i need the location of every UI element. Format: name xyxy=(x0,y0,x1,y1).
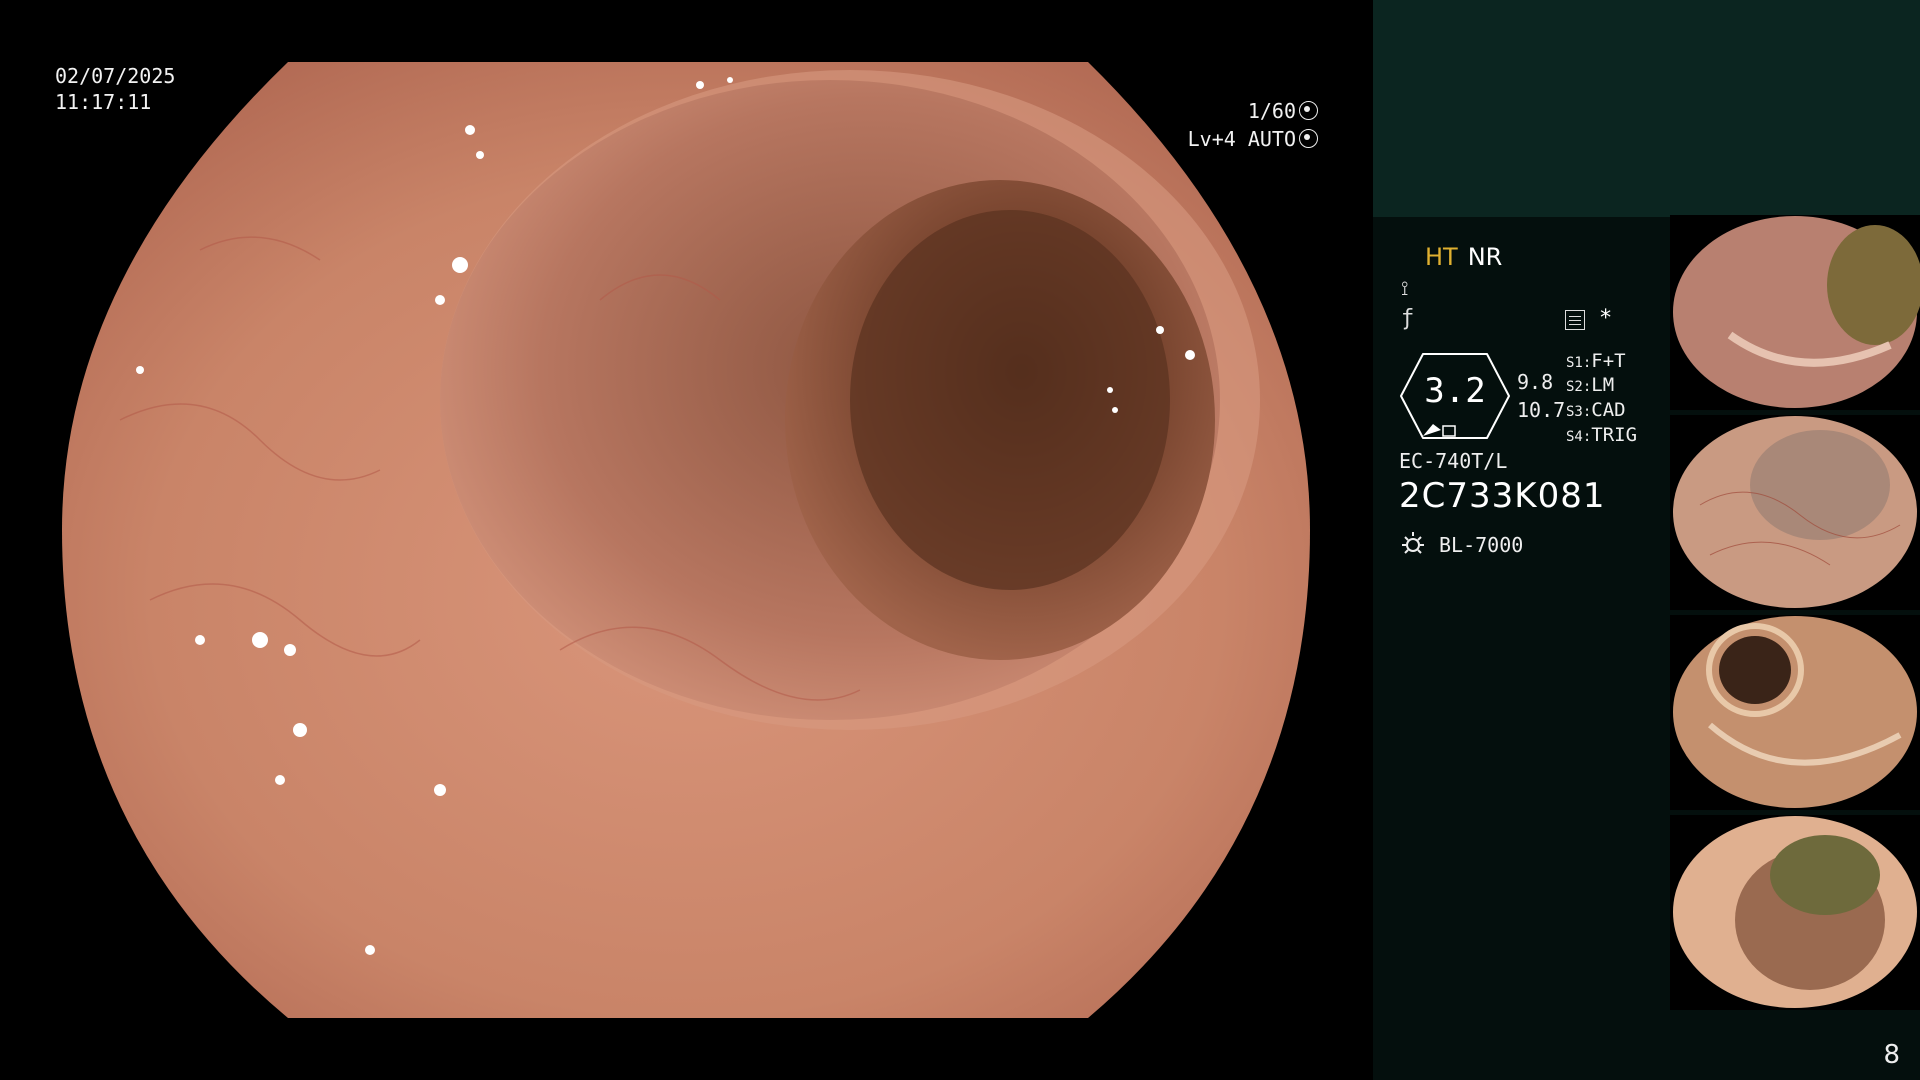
zoom-value: 3.2 xyxy=(1424,371,1486,411)
switch-key: S2: xyxy=(1566,379,1592,395)
scope-switch-3: S3:CAD xyxy=(1566,399,1626,421)
level-value: Lv+4 AUTO xyxy=(1187,127,1296,151)
capture-thumbnail[interactable] xyxy=(1670,415,1920,610)
capture-thumbnail[interactable] xyxy=(1670,215,1920,410)
scope-serial: 2C733K081 xyxy=(1399,476,1606,516)
star-marker: * xyxy=(1599,306,1613,331)
scope-switch-2: S2:LM xyxy=(1566,374,1614,396)
scope-switch-4: S4:TRIG xyxy=(1566,424,1637,446)
enhancement-symbol-icon: ⟟ xyxy=(1401,276,1409,300)
mode-nr-label: NR xyxy=(1467,243,1503,271)
scope-model: EC-740T/L xyxy=(1399,449,1508,473)
iris-icon xyxy=(1299,101,1318,120)
filter-symbol-icon: ƒ xyxy=(1401,306,1415,331)
image-mode-line: HT NR xyxy=(1425,243,1502,271)
thumbnail-image xyxy=(1673,216,1920,408)
thumbnail-image xyxy=(1673,816,1917,1008)
exam-time: 11:17:11 xyxy=(55,90,152,114)
endoscopy-image xyxy=(62,62,1310,1018)
brightness-level-readout: Lv+4 AUTO xyxy=(1188,126,1318,152)
auto-iris-icon xyxy=(1299,129,1318,148)
mode-ht-label: HT xyxy=(1425,243,1458,271)
capture-thumbnail[interactable] xyxy=(1670,815,1920,1010)
switch-value: LM xyxy=(1591,374,1615,396)
page-number: 8 xyxy=(1883,1040,1900,1070)
light-source-model: BL-7000 xyxy=(1439,533,1524,557)
switch-key: S4: xyxy=(1566,429,1592,445)
switch-value: F+T xyxy=(1591,350,1626,372)
info-panel: HT NR ⟟ ƒ * 3.2 9.8 10.7 S1:F+T S2:LM S3:… xyxy=(1373,0,1920,1080)
exam-date: 02/07/2025 xyxy=(55,64,176,88)
thumbnail-image xyxy=(1673,416,1917,608)
zoom-side-value-1: 9.8 xyxy=(1517,370,1554,394)
capture-thumbnail[interactable] xyxy=(1670,615,1920,810)
light-source-icon xyxy=(1402,532,1424,554)
panel-header-area xyxy=(1373,0,1920,217)
thumbnail-image xyxy=(1673,616,1917,808)
switch-value: TRIG xyxy=(1591,424,1638,446)
switch-key: S1: xyxy=(1566,355,1592,371)
shutter-readout: 1/60 xyxy=(1248,98,1318,124)
scope-switch-1: S1:F+T xyxy=(1566,350,1626,372)
shutter-value: 1/60 xyxy=(1247,99,1296,123)
settings-icon xyxy=(1565,310,1585,330)
endoscope-main-view: 02/07/2025 11:17:11 1/60 Lv+4 AUTO xyxy=(0,0,1373,1080)
switch-key: S3: xyxy=(1566,404,1592,420)
zoom-side-value-2: 10.7 xyxy=(1517,398,1566,422)
switch-value: CAD xyxy=(1591,399,1626,421)
